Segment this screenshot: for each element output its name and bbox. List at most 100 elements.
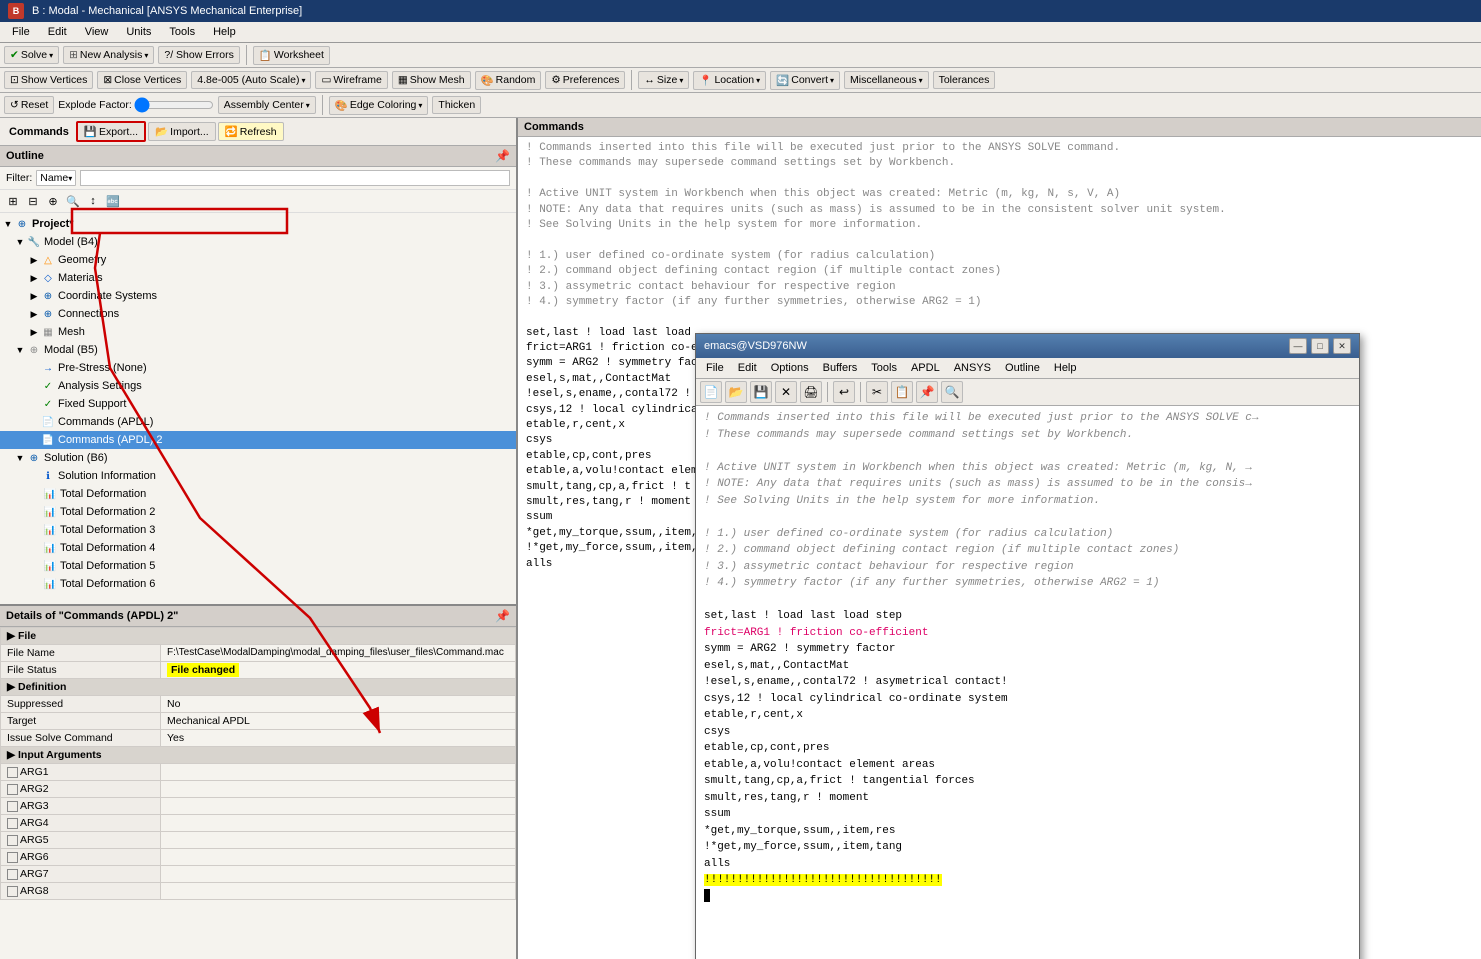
filter-type-dropdown[interactable]: Name ▾: [36, 170, 76, 186]
emacs-menu-outline[interactable]: Outline: [999, 360, 1046, 376]
emacs-open-btn[interactable]: 📂: [725, 381, 747, 403]
emacs-menu-options[interactable]: Options: [765, 360, 815, 376]
tree-item-modal[interactable]: ▼ ⊕ Modal (B5): [0, 341, 516, 359]
emacs-new-btn[interactable]: 📄: [700, 381, 722, 403]
toggle-def4[interactable]: [30, 542, 42, 554]
scale-dropdown[interactable]: 4.8e-005 (Auto Scale) ▾: [191, 71, 311, 89]
tree-item-solinfo[interactable]: ℹ Solution Information: [0, 467, 516, 485]
emacs-menu-edit[interactable]: Edit: [732, 360, 763, 376]
emacs-editor[interactable]: ! Commands inserted into this file will …: [696, 406, 1359, 959]
menu-edit[interactable]: Edit: [40, 24, 75, 40]
show-errors-btn[interactable]: ?/ Show Errors: [158, 46, 239, 64]
outline-icon2[interactable]: 🔤: [104, 192, 122, 210]
toggle-mesh[interactable]: ▶: [28, 326, 40, 338]
wireframe-btn[interactable]: ▭ Wireframe: [315, 71, 387, 89]
emacs-paste-btn[interactable]: 📌: [916, 381, 938, 403]
arg2-checkbox[interactable]: [7, 784, 18, 795]
emacs-menu-apdl[interactable]: APDL: [905, 360, 946, 376]
tree-item-prestress[interactable]: → Pre-Stress (None): [0, 359, 516, 377]
tree-item-def5[interactable]: 📊 Total Deformation 5: [0, 557, 516, 575]
arg4-checkbox[interactable]: [7, 818, 18, 829]
emacs-copy-btn[interactable]: 📋: [891, 381, 913, 403]
emacs-find-btn[interactable]: 🔍: [941, 381, 963, 403]
toggle-fixed[interactable]: [28, 398, 40, 410]
show-mesh-btn[interactable]: ▦ Show Mesh: [392, 71, 471, 89]
toggle-cmd2[interactable]: [28, 434, 40, 446]
tree-item-analysis[interactable]: ✓ Analysis Settings: [0, 377, 516, 395]
menu-tools[interactable]: Tools: [161, 24, 203, 40]
tree-item-coord[interactable]: ▶ ⊕ Coordinate Systems: [0, 287, 516, 305]
arg6-checkbox[interactable]: [7, 852, 18, 863]
convert-dropdown[interactable]: 🔄 Convert ▾: [770, 71, 840, 90]
emacs-cut-btn[interactable]: ✂: [866, 381, 888, 403]
toggle-modal[interactable]: ▼: [14, 344, 26, 356]
collapse-all-btn[interactable]: ⊟: [24, 192, 42, 210]
filter-input[interactable]: [80, 170, 510, 186]
tree-item-solution[interactable]: ▼ ⊕ Solution (B6): [0, 449, 516, 467]
toggle-def5[interactable]: [30, 560, 42, 572]
emacs-undo-btn[interactable]: ↩: [833, 381, 855, 403]
arg7-checkbox[interactable]: [7, 869, 18, 880]
menu-units[interactable]: Units: [118, 24, 159, 40]
toggle-def1[interactable]: [30, 488, 42, 500]
toggle-model[interactable]: ▼: [14, 236, 26, 248]
preferences-btn[interactable]: ⚙ Preferences: [545, 71, 625, 89]
tree-item-geometry[interactable]: ▶ △ Geometry: [0, 251, 516, 269]
toggle-def3[interactable]: [30, 524, 42, 536]
tree-item-connections[interactable]: ▶ ⊕ Connections: [0, 305, 516, 323]
tolerances-btn[interactable]: Tolerances: [933, 71, 996, 89]
toggle-solution[interactable]: ▼: [14, 452, 26, 464]
emacs-menu-tools[interactable]: Tools: [865, 360, 903, 376]
tree-item-materials[interactable]: ▶ ◇ Materials: [0, 269, 516, 287]
emacs-close-file-btn[interactable]: ✕: [775, 381, 797, 403]
menu-help[interactable]: Help: [205, 24, 244, 40]
worksheet-btn[interactable]: 📋 Worksheet: [253, 46, 330, 65]
toggle-def2[interactable]: [30, 506, 42, 518]
tree-item-cmd1[interactable]: 📄 Commands (APDL): [0, 413, 516, 431]
emacs-menu-help[interactable]: Help: [1048, 360, 1083, 376]
toggle-coord[interactable]: ▶: [28, 290, 40, 302]
arg1-checkbox[interactable]: [7, 767, 18, 778]
toggle-solinfo[interactable]: [28, 470, 40, 482]
menu-view[interactable]: View: [77, 24, 117, 40]
refresh-btn[interactable]: 🔁 Refresh: [218, 122, 284, 141]
close-vertices-btn[interactable]: ⊠ Close Vertices: [97, 71, 187, 89]
expand-all-btn[interactable]: ⊞: [4, 192, 22, 210]
arg5-checkbox[interactable]: [7, 835, 18, 846]
toggle-project[interactable]: ▼: [2, 218, 14, 230]
edge-coloring-dropdown[interactable]: 🎨 Edge Coloring ▾: [329, 96, 429, 115]
solve-btn[interactable]: ✔ Solve ▾: [4, 46, 59, 64]
details-scroll[interactable]: ▶ File File Name F:\TestCase\ModalDampin…: [0, 627, 516, 959]
toggle-analysis[interactable]: [28, 380, 40, 392]
tree-item-cmd2[interactable]: 📄 Commands (APDL) 2: [0, 431, 516, 449]
emacs-menu-file[interactable]: File: [700, 360, 730, 376]
emacs-save-btn[interactable]: 💾: [750, 381, 772, 403]
emacs-close-btn[interactable]: ✕: [1333, 338, 1351, 354]
emacs-menu-buffers[interactable]: Buffers: [817, 360, 864, 376]
toggle-geometry[interactable]: ▶: [28, 254, 40, 266]
size-dropdown[interactable]: ↔ Size ▾: [638, 71, 689, 89]
new-analysis-btn[interactable]: ⊞ New Analysis ▾: [63, 46, 154, 64]
emacs-print-btn[interactable]: 🖨: [800, 381, 822, 403]
explode-factor-slider[interactable]: [134, 98, 214, 112]
location-dropdown[interactable]: 📍 Location ▾: [693, 71, 766, 90]
filter-active-btn[interactable]: 🔍: [64, 192, 82, 210]
tree-item-fixed[interactable]: ✓ Fixed Support: [0, 395, 516, 413]
toggle-def6[interactable]: [30, 578, 42, 590]
tree-item-mesh[interactable]: ▶ ▦ Mesh: [0, 323, 516, 341]
show-vertices-btn[interactable]: ⊡ Show Vertices: [4, 71, 93, 89]
toggle-materials[interactable]: ▶: [28, 272, 40, 284]
details-pin-icon[interactable]: 📌: [495, 609, 510, 623]
tree-item-def2[interactable]: 📊 Total Deformation 2: [0, 503, 516, 521]
reset-btn[interactable]: ↺ Reset: [4, 96, 54, 114]
tree-item-model[interactable]: ▼ 🔧 Model (B4): [0, 233, 516, 251]
toggle-prestress[interactable]: [28, 362, 40, 374]
thicken-btn[interactable]: Thicken: [432, 96, 481, 114]
arg8-checkbox[interactable]: [7, 886, 18, 897]
tree-item-def4[interactable]: 📊 Total Deformation 4: [0, 539, 516, 557]
tree-item-def1[interactable]: 📊 Total Deformation: [0, 485, 516, 503]
tree-item-def3[interactable]: 📊 Total Deformation 3: [0, 521, 516, 539]
emacs-menu-ansys[interactable]: ANSYS: [948, 360, 997, 376]
arg3-checkbox[interactable]: [7, 801, 18, 812]
toggle-btn[interactable]: ⊕: [44, 192, 62, 210]
